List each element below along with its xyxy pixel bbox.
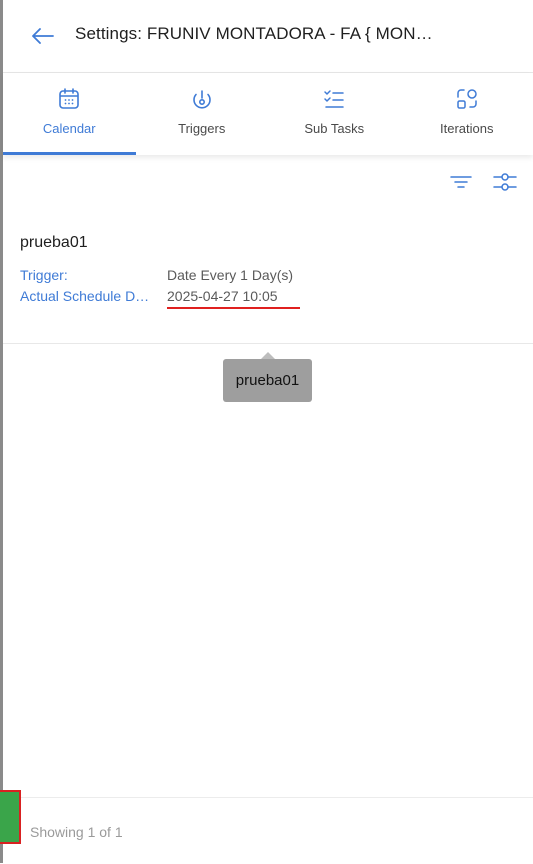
app-header: Settings: FRUNIV MONTADORA - FA { MON… <box>3 0 533 73</box>
list-item[interactable]: prueba01 Trigger: Date Every 1 Day(s) Ac… <box>3 218 533 344</box>
checklist-icon <box>321 86 347 112</box>
tab-triggers[interactable]: Triggers <box>136 73 269 155</box>
tab-triggers-label: Triggers <box>178 121 225 136</box>
schedule-label: Actual Schedule D… <box>20 288 149 304</box>
floating-action-button[interactable] <box>0 790 21 844</box>
page-title: Settings: FRUNIV MONTADORA - FA { MON… <box>75 24 433 44</box>
tab-iterations[interactable]: Iterations <box>401 73 533 155</box>
list-footer: Showing 1 of 1 <box>3 797 533 864</box>
schedule-value: 2025-04-27 10:05 <box>167 288 278 304</box>
settings-sliders-button[interactable] <box>491 168 519 196</box>
record-name: prueba01 <box>20 234 88 252</box>
arrow-left-icon <box>32 28 54 44</box>
tooltip-arrow <box>261 352 275 359</box>
record-count: Showing 1 of 1 <box>30 824 123 840</box>
filter-icon <box>447 168 475 196</box>
trigger-icon <box>189 86 215 112</box>
tooltip: prueba01 <box>223 359 312 402</box>
tab-sub-tasks[interactable]: Sub Tasks <box>268 73 401 155</box>
tab-calendar[interactable]: Calendar <box>3 73 136 155</box>
back-button[interactable] <box>29 22 57 50</box>
calendar-icon <box>56 86 82 112</box>
tab-iterations-label: Iterations <box>440 121 493 136</box>
tab-calendar-label: Calendar <box>43 121 96 136</box>
trigger-value: Date Every 1 Day(s) <box>167 267 293 283</box>
trigger-label: Trigger: <box>20 267 68 283</box>
iterations-icon <box>454 86 480 112</box>
sliders-icon <box>491 168 519 196</box>
tab-sub-tasks-label: Sub Tasks <box>304 121 364 136</box>
filter-button[interactable] <box>447 168 475 196</box>
highlight-underline <box>167 307 300 309</box>
tab-bar: Calendar Triggers Sub Tasks Iterations <box>3 73 533 155</box>
